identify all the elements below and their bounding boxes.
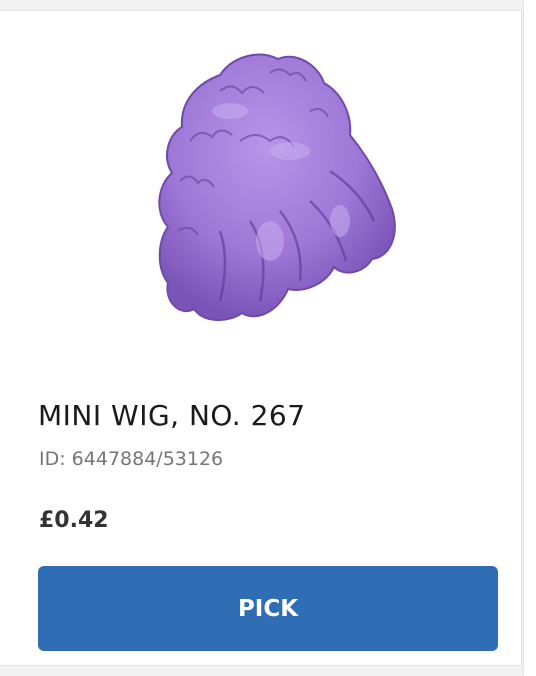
pick-button[interactable]: PICK <box>38 566 498 651</box>
product-price: £0.42 <box>39 508 109 533</box>
product-image <box>120 31 410 351</box>
purple-wig-icon <box>158 53 396 321</box>
adjacent-card-edge <box>523 0 536 676</box>
product-title[interactable]: MINI WIG, NO. 267 <box>38 399 306 432</box>
product-id: ID: 6447884/53126 <box>39 448 224 470</box>
product-card: MINI WIG, NO. 267 ID: 6447884/53126 £0.4… <box>0 10 522 666</box>
